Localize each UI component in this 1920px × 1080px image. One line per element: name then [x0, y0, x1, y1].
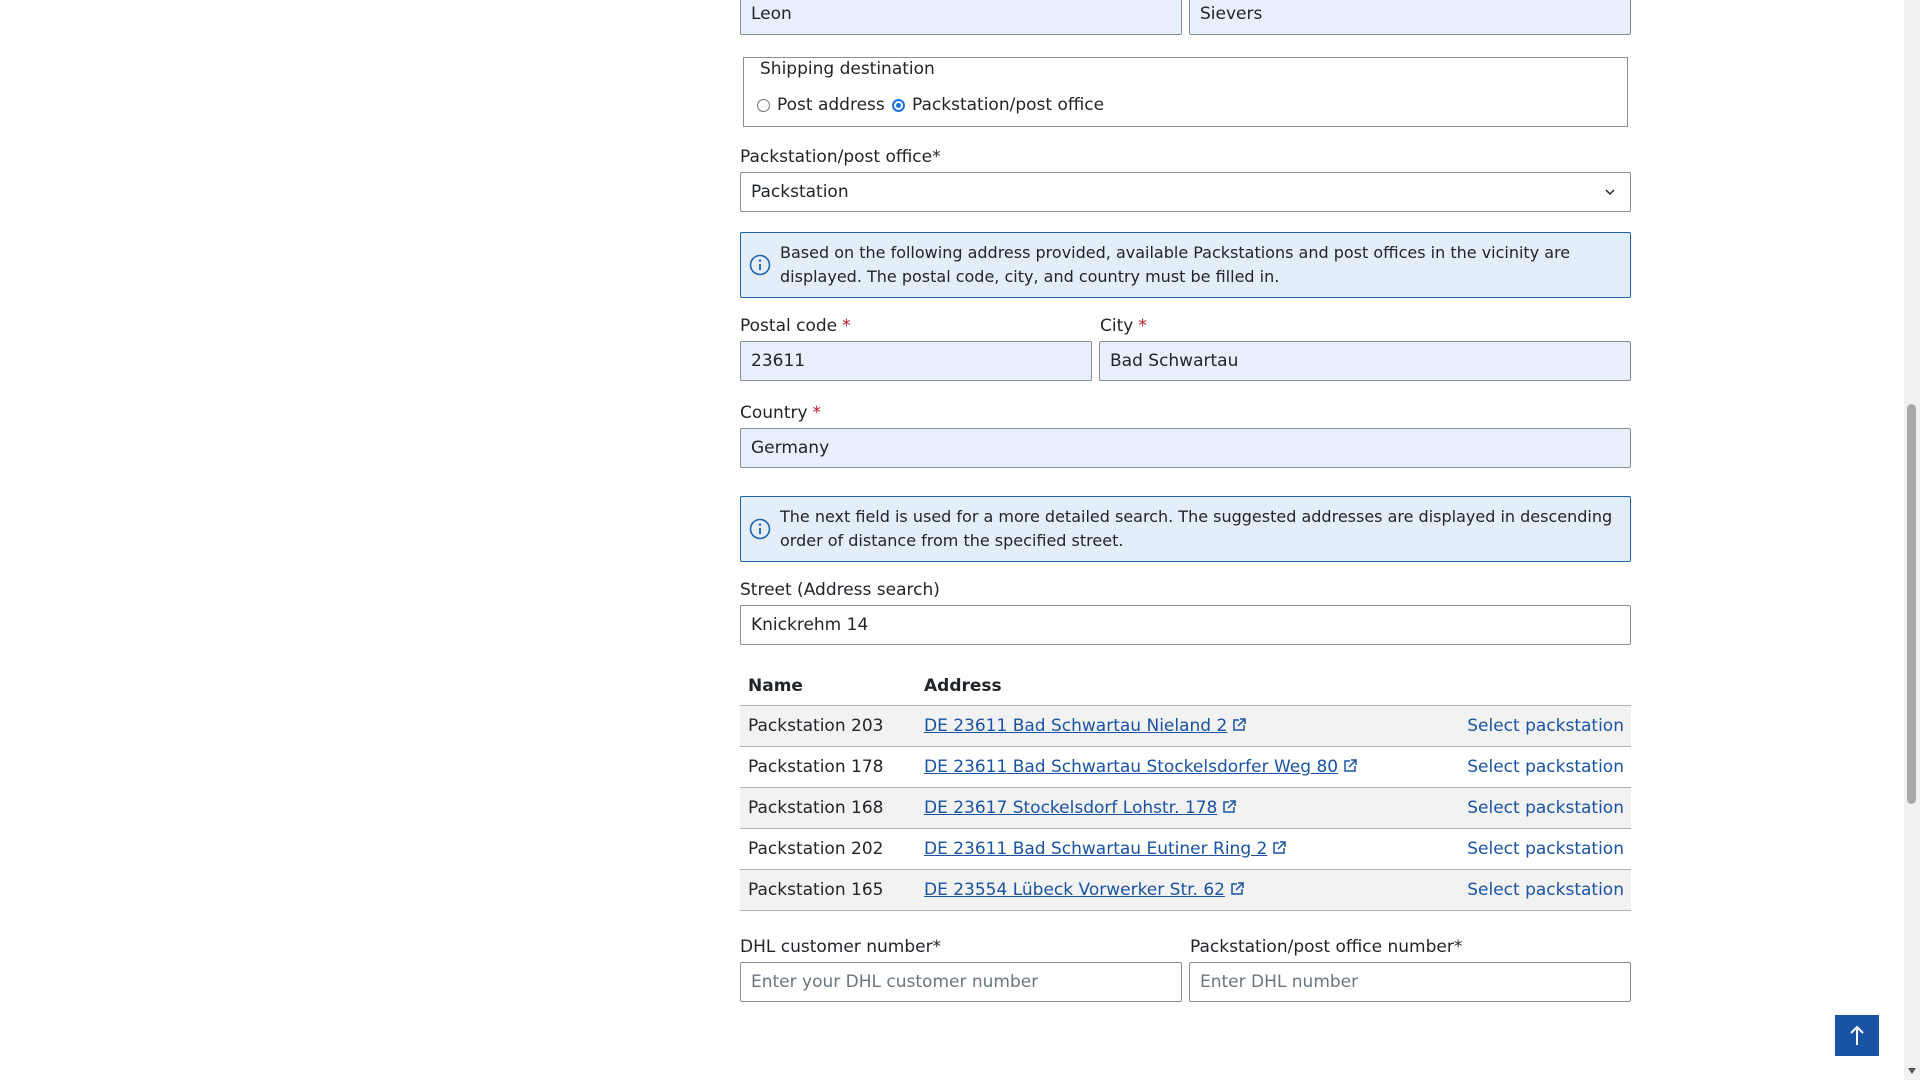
page-scrollbar[interactable]: [1904, 0, 1920, 1080]
street-label: Street (Address search): [740, 580, 940, 600]
arrow-up-icon: [1850, 1025, 1864, 1045]
country-input[interactable]: Germany: [740, 428, 1631, 468]
packstation-type-select[interactable]: Packstation: [740, 172, 1631, 212]
packstation-radio[interactable]: [892, 99, 905, 112]
dhl-customer-placeholder: Enter your DHL customer number: [751, 972, 1039, 992]
street-value: Knickrehm 14: [751, 615, 869, 635]
address-cell: DE 23611 Bad Schwartau Nieland 2: [924, 716, 1247, 736]
back-to-top-button[interactable]: [1835, 1015, 1879, 1056]
external-link-icon[interactable]: [1221, 799, 1237, 815]
postal-code-value: 23611: [751, 351, 806, 371]
select-packstation-link[interactable]: Select packstation: [1467, 880, 1624, 900]
first-name-value: Leon: [751, 4, 792, 24]
country-value: Germany: [751, 438, 830, 458]
scroll-down-arrow-icon[interactable]: [1908, 1068, 1916, 1074]
shipping-destination-legend: Shipping destination: [758, 59, 937, 79]
address-map-link[interactable]: DE 23611 Bad Schwartau Stockelsdorfer We…: [924, 757, 1338, 777]
external-link-icon[interactable]: [1342, 758, 1358, 774]
select-packstation-link[interactable]: Select packstation: [1467, 757, 1624, 777]
address-info-text: Based on the following address provided,…: [780, 243, 1571, 286]
packstation-radio-label[interactable]: Packstation/post office: [912, 95, 1104, 115]
address-cell: DE 23617 Stockelsdorf Lohstr. 178: [924, 798, 1237, 818]
address-cell: DE 23611 Bad Schwartau Stockelsdorfer We…: [924, 757, 1358, 777]
search-info-text: The next field is used for a more detail…: [780, 507, 1613, 550]
table-row: Packstation 165 DE 23554 Lübeck Vorwerker…: [740, 869, 1631, 911]
address-cell: DE 23611 Bad Schwartau Eutiner Ring 2: [924, 839, 1287, 859]
address-info-box: Based on the following address provided,…: [740, 232, 1631, 298]
packstation-name: Packstation 202: [748, 839, 884, 859]
table-row: Packstation 203 DE 23611 Bad Schwartau Ni…: [740, 705, 1631, 746]
dhl-customer-label: DHL customer number*: [740, 937, 942, 957]
postal-code-input[interactable]: 23611: [740, 341, 1092, 381]
city-input[interactable]: Bad Schwartau: [1099, 341, 1631, 381]
name-column-header: Name: [748, 676, 803, 696]
post-number-label: Packstation/post office number*: [1190, 937, 1463, 957]
street-search-input[interactable]: Knickrehm 14: [740, 605, 1631, 645]
city-value: Bad Schwartau: [1110, 351, 1239, 371]
search-info-box: The next field is used for a more detail…: [740, 496, 1631, 562]
select-packstation-link[interactable]: Select packstation: [1467, 716, 1624, 736]
chevron-down-icon: [1605, 189, 1615, 196]
post-address-radio[interactable]: [757, 99, 770, 112]
last-name-value: Sievers: [1200, 4, 1263, 24]
address-map-link[interactable]: DE 23611 Bad Schwartau Eutiner Ring 2: [924, 839, 1267, 859]
address-map-link[interactable]: DE 23554 Lübeck Vorwerker Str. 62: [924, 880, 1225, 900]
first-name-input[interactable]: Leon: [740, 0, 1182, 35]
packstation-name: Packstation 168: [748, 798, 884, 818]
select-packstation-link[interactable]: Select packstation: [1467, 839, 1624, 859]
packstation-name: Packstation 203: [748, 716, 884, 736]
table-row: Packstation 202 DE 23611 Bad Schwartau Eu…: [740, 828, 1631, 869]
address-map-link[interactable]: DE 23611 Bad Schwartau Nieland 2: [924, 716, 1227, 736]
packstation-type-value: Packstation: [751, 182, 849, 202]
external-link-icon[interactable]: [1231, 717, 1247, 733]
dhl-customer-input[interactable]: Enter your DHL customer number: [740, 962, 1182, 1002]
address-column-header: Address: [924, 676, 1002, 696]
table-row: Packstation 178 DE 23611 Bad Schwartau St…: [740, 746, 1631, 787]
packstation-name: Packstation 178: [748, 757, 884, 777]
postal-code-label: Postal code *: [740, 316, 851, 336]
address-cell: DE 23554 Lübeck Vorwerker Str. 62: [924, 880, 1245, 900]
external-link-icon[interactable]: [1271, 840, 1287, 856]
post-number-input[interactable]: Enter DHL number: [1189, 962, 1631, 1002]
city-label: City *: [1100, 316, 1147, 336]
post-address-label[interactable]: Post address: [777, 95, 885, 115]
packstation-type-label: Packstation/post office*: [740, 147, 941, 167]
info-circle-icon: [749, 254, 771, 276]
scrollbar-thumb[interactable]: [1907, 404, 1916, 804]
packstation-name: Packstation 165: [748, 880, 884, 900]
select-packstation-link[interactable]: Select packstation: [1467, 798, 1624, 818]
last-name-input[interactable]: Sievers: [1189, 0, 1631, 35]
info-circle-icon: [749, 518, 771, 540]
country-label: Country *: [740, 403, 822, 423]
post-number-placeholder: Enter DHL number: [1200, 972, 1359, 992]
external-link-icon[interactable]: [1229, 881, 1245, 897]
address-map-link[interactable]: DE 23617 Stockelsdorf Lohstr. 178: [924, 798, 1217, 818]
table-row: Packstation 168 DE 23617 Stockelsdorf Loh…: [740, 787, 1631, 828]
